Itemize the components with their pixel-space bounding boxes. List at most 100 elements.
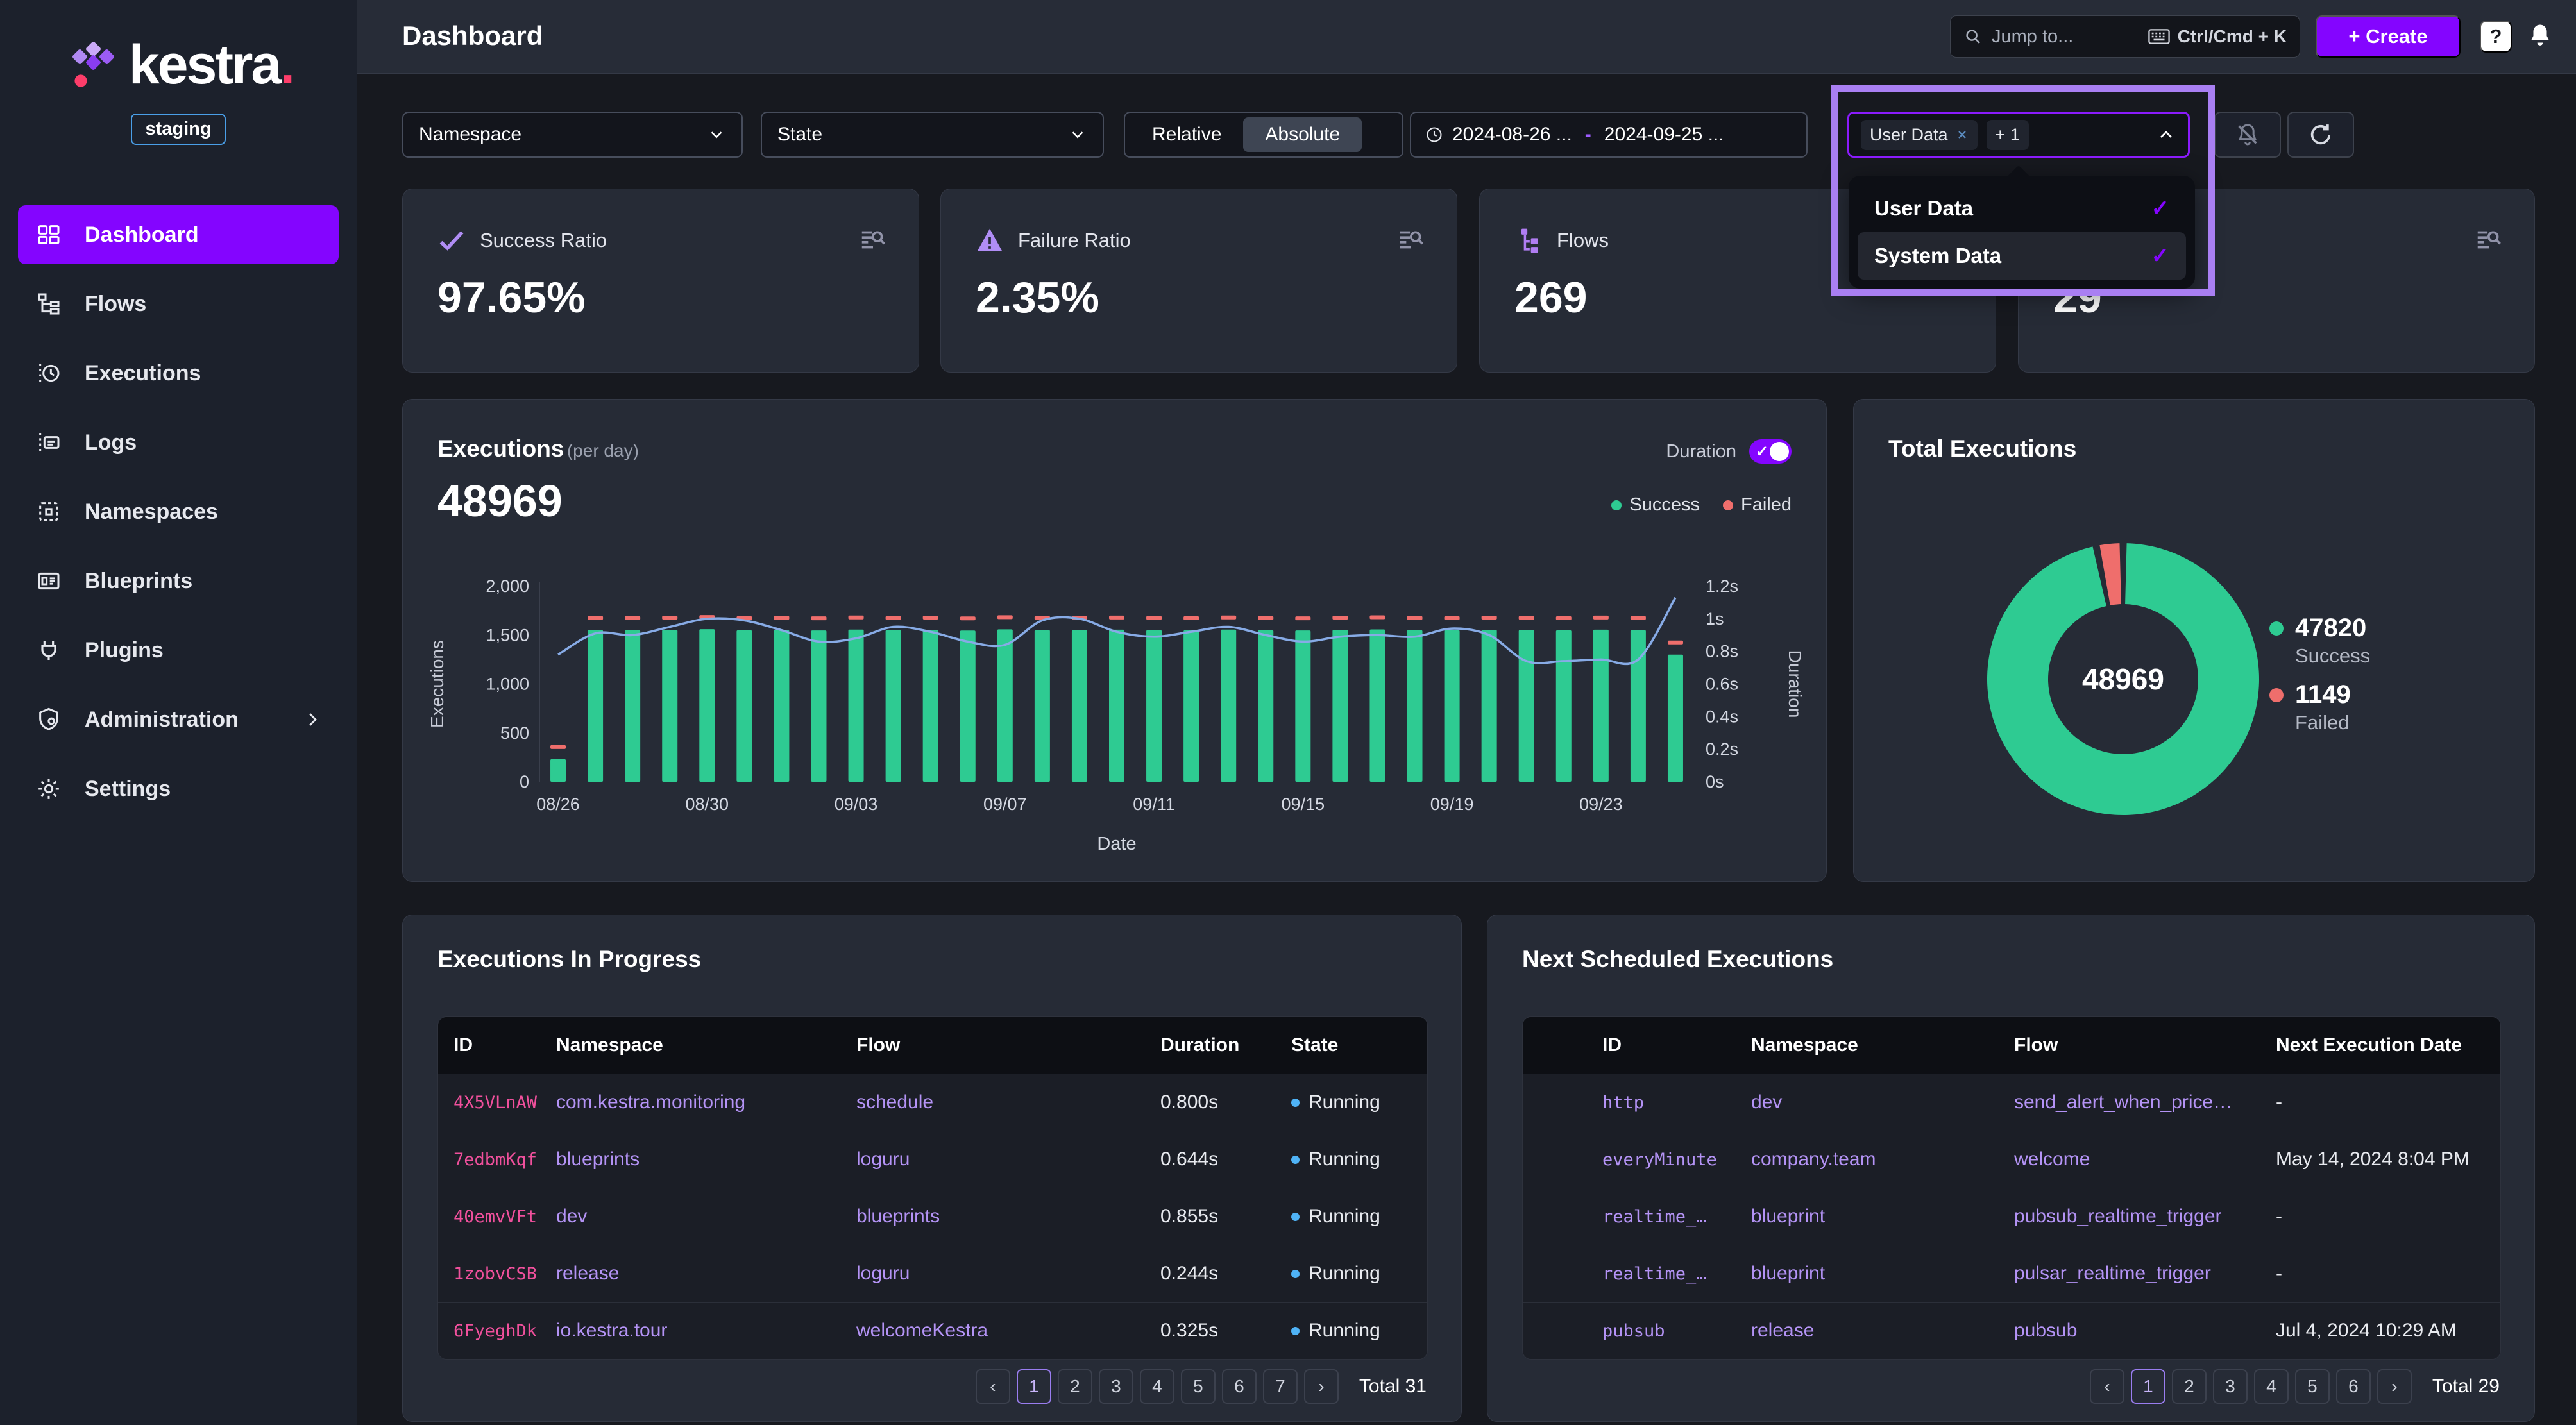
- check-icon: ✓: [2151, 196, 2170, 221]
- execution-id-link[interactable]: 6FyeghDk: [438, 1321, 541, 1341]
- duration-toggle[interactable]: [1749, 439, 1792, 464]
- running-dot-icon: [1291, 1099, 1300, 1107]
- page-button-2[interactable]: 2: [2172, 1369, 2207, 1404]
- trigger-id-link[interactable]: pubsub: [1587, 1321, 1736, 1341]
- date-range-input[interactable]: 2024-08-26 ... - 2024-09-25 ...: [1410, 112, 1808, 158]
- page-button-3[interactable]: 3: [2213, 1369, 2248, 1404]
- kpi-label: Flows: [1557, 229, 1609, 252]
- flow-link[interactable]: send_alert_when_price…: [1999, 1092, 2260, 1113]
- executions-icon: [35, 359, 63, 387]
- sidebar-item-label: Namespaces: [85, 500, 218, 525]
- trigger-id-link[interactable]: http: [1587, 1093, 1736, 1113]
- svg-text:09/03: 09/03: [835, 795, 878, 814]
- trigger-id-link[interactable]: realtime_…: [1587, 1264, 1736, 1284]
- page-button-5[interactable]: 5: [1181, 1369, 1216, 1404]
- list-search-icon[interactable]: [2474, 225, 2504, 255]
- next-page-button[interactable]: ›: [2377, 1369, 2412, 1404]
- relative-option[interactable]: Relative: [1130, 117, 1243, 152]
- environment-badge: staging: [131, 114, 225, 145]
- executions-card-subtitle: (per day): [567, 441, 639, 460]
- list-search-icon[interactable]: [1396, 225, 1426, 255]
- selected-chip[interactable]: User Data: [1861, 120, 1978, 150]
- question-icon: ?: [2490, 25, 2502, 48]
- flow-link[interactable]: pubsub: [1999, 1320, 2260, 1342]
- execution-id-link[interactable]: 7edbmKqf: [438, 1150, 541, 1170]
- flow-link[interactable]: schedule: [841, 1092, 1145, 1113]
- namespace-link[interactable]: dev: [541, 1206, 841, 1227]
- page-button-4[interactable]: 4: [2254, 1369, 2289, 1404]
- sidebar-item-executions[interactable]: Executions: [18, 344, 339, 403]
- svg-text:1,000: 1,000: [486, 675, 529, 694]
- absolute-option[interactable]: Absolute: [1243, 117, 1362, 152]
- flow-link[interactable]: pulsar_realtime_trigger: [1999, 1263, 2260, 1285]
- flow-link[interactable]: pubsub_realtime_trigger: [1999, 1206, 2260, 1227]
- namespace-link[interactable]: release: [1736, 1320, 1999, 1342]
- dropdown-item-user-data[interactable]: User Data✓: [1858, 185, 2186, 232]
- execution-id-link[interactable]: 4X5VLnAW: [438, 1093, 541, 1113]
- flow-link[interactable]: welcomeKestra: [841, 1320, 1145, 1342]
- date-start-value: 2024-08-26 ...: [1452, 124, 1572, 146]
- namespace-link[interactable]: io.kestra.tour: [541, 1320, 841, 1342]
- execution-id-link[interactable]: 1zobvCSB: [438, 1264, 541, 1284]
- refresh-icon: [2308, 122, 2334, 148]
- refresh-button[interactable]: [2287, 112, 2354, 158]
- notifications-button[interactable]: [2523, 19, 2557, 53]
- sidebar-menu: Dashboard Flows Executions Logs Namespaces Bl…: [18, 205, 339, 829]
- create-button[interactable]: + Create: [2316, 15, 2461, 58]
- namespace-link[interactable]: release: [541, 1263, 841, 1285]
- page-button-2[interactable]: 2: [1058, 1369, 1092, 1404]
- sidebar-item-namespaces[interactable]: Namespaces: [18, 482, 339, 541]
- page-button-6[interactable]: 6: [2336, 1369, 2371, 1404]
- flow-link[interactable]: welcome: [1999, 1149, 2260, 1170]
- namespace-link[interactable]: company.team: [1736, 1149, 1999, 1170]
- page-button-5[interactable]: 5: [2295, 1369, 2330, 1404]
- flow-link[interactable]: loguru: [841, 1149, 1145, 1170]
- prev-page-button[interactable]: ‹: [976, 1369, 1010, 1404]
- column-header: Duration: [1145, 1034, 1276, 1056]
- trigger-id-link[interactable]: realtime_…: [1587, 1207, 1736, 1227]
- state-filter-select[interactable]: State: [761, 112, 1104, 158]
- next-execution-date: May 14, 2024 8:04 PM: [2260, 1149, 2500, 1170]
- page-button-1[interactable]: 1: [2131, 1369, 2165, 1404]
- help-button[interactable]: ?: [2480, 21, 2512, 53]
- sidebar-item-logs[interactable]: Logs: [18, 413, 339, 472]
- table-row: 1zobvCSBreleaseloguru0.244sRunning: [438, 1245, 1427, 1302]
- execution-id-link[interactable]: 40emvVFt: [438, 1207, 541, 1227]
- duration-value: 0.244s: [1145, 1263, 1276, 1285]
- namespace-link[interactable]: com.kestra.monitoring: [541, 1092, 841, 1113]
- sidebar-item-administration[interactable]: Administration: [18, 690, 339, 749]
- page-button-6[interactable]: 6: [1222, 1369, 1257, 1404]
- executions-bar-line-chart: 05001,0001,5002,0000s0.2s0.4s0.6s0.8s1s1…: [424, 568, 1809, 863]
- svg-text:1.2s: 1.2s: [1706, 577, 1738, 596]
- in-progress-pagination: ‹1234567›Total 31: [976, 1369, 1427, 1404]
- sidebar-item-flows[interactable]: Flows: [18, 274, 339, 333]
- trigger-id-link[interactable]: everyMinute: [1587, 1150, 1736, 1170]
- namespace-link[interactable]: blueprint: [1736, 1263, 1999, 1285]
- namespace-link[interactable]: blueprints: [541, 1149, 841, 1170]
- page-button-7[interactable]: 7: [1263, 1369, 1298, 1404]
- keyboard-icon: [2148, 28, 2170, 45]
- dropdown-item-system-data[interactable]: System Data✓: [1858, 232, 2186, 280]
- chevron-up-icon: [2156, 124, 2176, 145]
- close-icon[interactable]: [1956, 128, 1969, 141]
- list-search-icon[interactable]: [858, 225, 888, 255]
- namespace-filter-select[interactable]: Namespace: [402, 112, 743, 158]
- mute-notifications-button[interactable]: [2214, 112, 2281, 158]
- page-button-3[interactable]: 3: [1099, 1369, 1133, 1404]
- page-button-1[interactable]: 1: [1017, 1369, 1051, 1404]
- svg-text:0.6s: 0.6s: [1706, 675, 1738, 694]
- namespace-link[interactable]: dev: [1736, 1092, 1999, 1113]
- flow-link[interactable]: blueprints: [841, 1206, 1145, 1227]
- page-button-4[interactable]: 4: [1140, 1369, 1174, 1404]
- sidebar-item-settings[interactable]: Settings: [18, 759, 339, 818]
- global-search-input[interactable]: Jump to... Ctrl/Cmd + K: [1950, 15, 2300, 58]
- next-page-button[interactable]: ›: [1304, 1369, 1339, 1404]
- data-type-multiselect[interactable]: User Data + 1: [1847, 112, 2190, 158]
- prev-page-button[interactable]: ‹: [2090, 1369, 2124, 1404]
- flow-link[interactable]: loguru: [841, 1263, 1145, 1285]
- sidebar-item-blueprints[interactable]: Blueprints: [18, 552, 339, 611]
- state-badge: Running: [1276, 1092, 1427, 1113]
- namespace-link[interactable]: blueprint: [1736, 1206, 1999, 1227]
- sidebar-item-dashboard[interactable]: Dashboard: [18, 205, 339, 264]
- sidebar-item-plugins[interactable]: Plugins: [18, 621, 339, 680]
